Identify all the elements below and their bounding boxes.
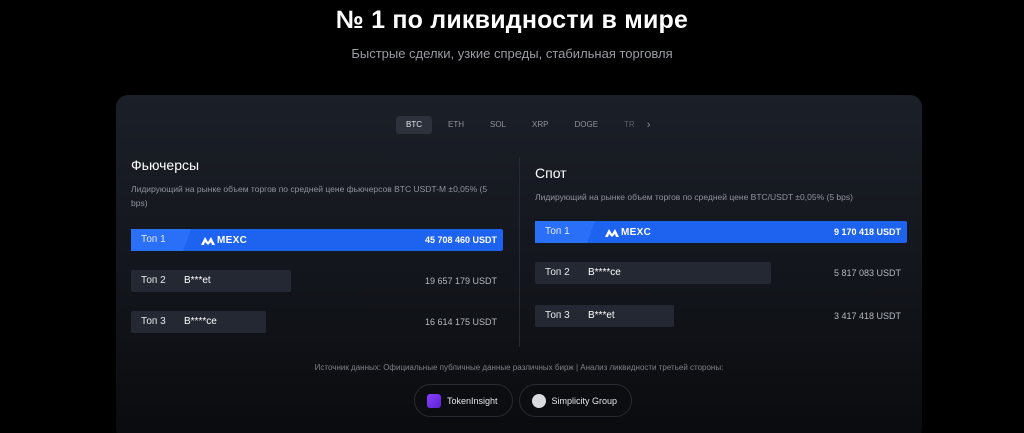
rank-value: 5 817 083 USDT xyxy=(833,268,901,278)
rank-value: 19 657 179 USDT xyxy=(424,276,497,286)
rank-bar xyxy=(535,262,771,284)
simplicity-group-logo-icon xyxy=(531,393,546,408)
coin-tabs: BTC ETH SOL XRP DOGE TR › xyxy=(396,115,650,135)
futures-title: Фьючерсы xyxy=(131,157,200,173)
futures-description: Лидирующий на рынке объем торгов по сред… xyxy=(131,184,488,208)
rank-name: B***et xyxy=(588,310,615,321)
rank-label: Топ 2 xyxy=(545,267,570,278)
rank-name: B***et xyxy=(184,275,211,286)
chevron-right-icon[interactable]: › xyxy=(647,119,651,131)
rank-label: Топ 1 xyxy=(141,234,166,245)
spot-row-1: Топ 1 MEXC 9 170 418 USDT xyxy=(535,221,907,243)
rank-label: Топ 3 xyxy=(545,310,570,321)
futures-row-3: Топ 3 B****ce 16 614 175 USDT xyxy=(131,311,503,333)
mexc-logo-icon: MEXC xyxy=(201,234,247,246)
tab-xrp[interactable]: XRP xyxy=(522,116,558,134)
page-title: № 1 по ликвидности в мире xyxy=(335,6,689,34)
rank-name: B****ce xyxy=(588,267,621,278)
panel-divider xyxy=(519,157,520,347)
rank-label: Топ 2 xyxy=(141,275,166,286)
futures-row-1: Топ 1 MEXC 45 708 460 USDT xyxy=(131,229,503,251)
spot-row-3: Топ 3 B***et 3 417 418 USDT xyxy=(535,305,907,327)
partner-label: Simplicity Group xyxy=(551,395,618,406)
spot-panel: Спот Лидирующий на рынке объем торгов по… xyxy=(535,165,907,327)
futures-panel: Фьючерсы Лидирующий на рынке объем торго… xyxy=(131,157,503,333)
liquidity-card: BTC ETH SOL XRP DOGE TR › Фьючерсы Лидир… xyxy=(116,95,922,433)
spot-row-2: Топ 2 B****ce 5 817 083 USDT xyxy=(535,262,907,284)
tokeninsight-logo-icon xyxy=(427,393,441,408)
page-subtitle: Быстрые сделки, узкие спреды, стабильная… xyxy=(351,46,673,61)
mexc-logo-icon: MEXC xyxy=(605,226,651,238)
tab-trx[interactable]: TR xyxy=(614,116,637,134)
tab-doge[interactable]: DOGE xyxy=(564,116,608,134)
rank-value: 3 417 418 USDT xyxy=(833,311,901,321)
partner-label: TokenInsight xyxy=(447,395,498,406)
rank-value: 45 708 460 USDT xyxy=(424,235,497,245)
rank-value: 9 170 418 USDT xyxy=(833,227,901,237)
partner-simplicity-button[interactable]: Simplicity Group xyxy=(518,384,633,417)
partner-list: TokenInsight Simplicity Group xyxy=(414,384,638,417)
spot-description: Лидирующий на рынке объем торгов по сред… xyxy=(535,192,853,202)
spot-title: Спот xyxy=(535,165,567,181)
tab-btc[interactable]: BTC xyxy=(396,116,432,134)
data-source-note: Источник данных: Официальные публичные д… xyxy=(314,363,724,372)
partner-tokeninsight-button[interactable]: TokenInsight xyxy=(414,384,513,417)
rank-label: Топ 1 xyxy=(545,226,570,237)
rank-name: B****ce xyxy=(184,316,217,327)
rank-value: 16 614 175 USDT xyxy=(424,317,497,327)
tab-eth[interactable]: ETH xyxy=(438,116,474,134)
tab-sol[interactable]: SOL xyxy=(480,116,516,134)
rank-label: Топ 3 xyxy=(141,316,166,327)
futures-row-2: Топ 2 B***et 19 657 179 USDT xyxy=(131,270,503,292)
